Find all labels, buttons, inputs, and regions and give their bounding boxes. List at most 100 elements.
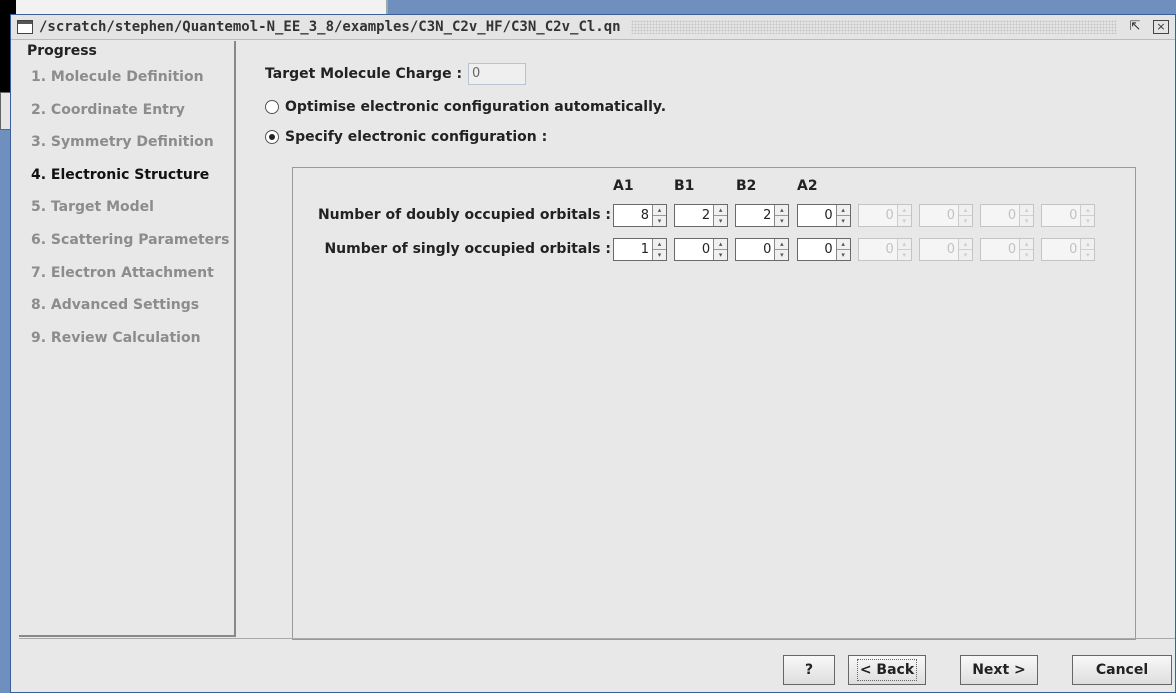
- singly-orbitals-spinner-extra-3[interactable]: 0 ▴ ▾: [980, 238, 1035, 261]
- spinner-up-icon[interactable]: ▴: [836, 239, 850, 250]
- spinner-value[interactable]: 0: [859, 239, 897, 260]
- spinner-arrows[interactable]: ▴ ▾: [713, 239, 728, 260]
- spinner-up-icon[interactable]: ▴: [1020, 205, 1034, 216]
- singly-orbitals-spinner-extra-1[interactable]: 0 ▴ ▾: [857, 238, 912, 261]
- spinner-down-icon[interactable]: ▾: [714, 216, 728, 226]
- spinner-arrows[interactable]: ▴ ▾: [774, 205, 789, 226]
- optimise-automatically-radio[interactable]: [265, 100, 279, 114]
- spinner-up-icon[interactable]: ▴: [836, 205, 850, 216]
- progress-step-scattering-parameters: 6. Scattering Parameters: [31, 231, 230, 248]
- doubly-orbitals-spinner-extra-3[interactable]: 0 ▴ ▾: [980, 204, 1035, 227]
- spinner-up-icon[interactable]: ▴: [714, 239, 728, 250]
- singly-orbitals-spinner-a1[interactable]: 1 ▴ ▾: [613, 238, 667, 261]
- singly-orbitals-spinner-a2[interactable]: 0 ▴ ▾: [796, 238, 851, 261]
- charge-field[interactable]: 0: [468, 63, 527, 85]
- title-bar[interactable]: /scratch/stephen/Quantemol-N_EE_3_8/exam…: [11, 15, 1175, 40]
- spinner-up-icon[interactable]: ▴: [959, 205, 972, 216]
- spinner-value[interactable]: 0: [859, 205, 897, 226]
- spinner-down-icon[interactable]: ▾: [1081, 216, 1095, 226]
- spinner-up-icon[interactable]: ▴: [714, 205, 728, 216]
- specify-configuration-option[interactable]: Specify electronic configuration :: [265, 129, 547, 145]
- optimise-automatically-option[interactable]: Optimise electronic configuration automa…: [265, 99, 666, 115]
- singly-orbitals-spinner-b1[interactable]: 0 ▴ ▾: [674, 238, 729, 261]
- doubly-orbitals-spinner-a2[interactable]: 0 ▴ ▾: [796, 204, 851, 227]
- spinner-up-icon[interactable]: ▴: [897, 205, 911, 216]
- singly-orbitals-spinner-b2[interactable]: 0 ▴ ▾: [735, 238, 790, 261]
- spinner-value[interactable]: 0: [798, 239, 836, 260]
- spinner-up-icon[interactable]: ▴: [1020, 239, 1034, 250]
- spinner-arrows[interactable]: ▴ ▾: [1019, 205, 1034, 226]
- spinner-arrows[interactable]: ▴ ▾: [1080, 239, 1095, 260]
- spinner-value[interactable]: 0: [675, 239, 713, 260]
- spinner-up-icon[interactable]: ▴: [1081, 205, 1095, 216]
- spinner-arrows[interactable]: ▴ ▾: [896, 205, 911, 226]
- spinner-value[interactable]: 0: [981, 239, 1019, 260]
- spinner-arrows[interactable]: ▴ ▾: [835, 239, 850, 260]
- charge-label: Target Molecule Charge :: [265, 66, 463, 82]
- spinner-value[interactable]: 0: [736, 239, 774, 260]
- spinner-down-icon[interactable]: ▾: [959, 250, 972, 260]
- spinner-down-icon[interactable]: ▾: [836, 216, 850, 226]
- spinner-value[interactable]: 1: [614, 239, 652, 260]
- spinner-down-icon[interactable]: ▾: [897, 250, 911, 260]
- spinner-down-icon[interactable]: ▾: [1081, 250, 1095, 260]
- column-header-a1: A1: [613, 178, 634, 194]
- specify-configuration-radio[interactable]: [265, 130, 279, 144]
- spinner-down-icon[interactable]: ▾: [775, 216, 789, 226]
- spinner-arrows[interactable]: ▴ ▾: [1080, 205, 1095, 226]
- spinner-value[interactable]: 0: [920, 239, 958, 260]
- spinner-up-icon[interactable]: ▴: [653, 205, 666, 216]
- spinner-arrows[interactable]: ▴ ▾: [896, 239, 911, 260]
- column-header-a2: A2: [797, 178, 818, 194]
- spinner-value[interactable]: 0: [920, 205, 958, 226]
- spinner-value[interactable]: 0: [1042, 205, 1080, 226]
- spinner-up-icon[interactable]: ▴: [897, 239, 911, 250]
- spinner-arrows[interactable]: ▴ ▾: [835, 205, 850, 226]
- spinner-down-icon[interactable]: ▾: [653, 250, 666, 260]
- spinner-value[interactable]: 2: [675, 205, 713, 226]
- spinner-arrows[interactable]: ▴ ▾: [958, 205, 972, 226]
- progress-steps-list: 1. Molecule Definition 2. Coordinate Ent…: [19, 61, 234, 354]
- spinner-down-icon[interactable]: ▾: [897, 216, 911, 226]
- cancel-button[interactable]: Cancel: [1072, 655, 1172, 685]
- spinner-down-icon[interactable]: ▾: [714, 250, 728, 260]
- spinner-up-icon[interactable]: ▴: [775, 239, 789, 250]
- spinner-down-icon[interactable]: ▾: [1020, 216, 1034, 226]
- doubly-orbitals-spinner-a1[interactable]: 8 ▴ ▾: [613, 204, 667, 227]
- spinner-up-icon[interactable]: ▴: [1081, 239, 1095, 250]
- spinner-up-icon[interactable]: ▴: [653, 239, 666, 250]
- maximize-icon[interactable]: ⇱: [1127, 20, 1143, 34]
- spinner-arrows[interactable]: ▴ ▾: [652, 239, 666, 260]
- spinner-value[interactable]: 0: [798, 205, 836, 226]
- doubly-orbitals-spinner-b1[interactable]: 2 ▴ ▾: [674, 204, 729, 227]
- spinner-down-icon[interactable]: ▾: [836, 250, 850, 260]
- spinner-value[interactable]: 2: [736, 205, 774, 226]
- spinner-value[interactable]: 8: [614, 205, 652, 226]
- spinner-arrows[interactable]: ▴ ▾: [652, 205, 666, 226]
- spinner-down-icon[interactable]: ▾: [653, 216, 666, 226]
- spinner-down-icon[interactable]: ▾: [775, 250, 789, 260]
- spinner-arrows[interactable]: ▴ ▾: [774, 239, 789, 260]
- spinner-up-icon[interactable]: ▴: [775, 205, 789, 216]
- doubly-orbitals-spinner-extra-2[interactable]: 0 ▴ ▾: [919, 204, 973, 227]
- title-bar-grip[interactable]: [630, 20, 1117, 34]
- spinner-down-icon[interactable]: ▾: [959, 216, 972, 226]
- spinner-arrows[interactable]: ▴ ▾: [958, 239, 972, 260]
- spinner-up-icon[interactable]: ▴: [959, 239, 972, 250]
- doubly-orbitals-spinner-extra-1[interactable]: 0 ▴ ▾: [857, 204, 912, 227]
- spinner-value[interactable]: 0: [1042, 239, 1080, 260]
- doubly-orbitals-spinner-b2[interactable]: 2 ▴ ▾: [735, 204, 790, 227]
- window-menu-icon[interactable]: [17, 20, 33, 34]
- next-button[interactable]: Next >: [960, 655, 1038, 685]
- doubly-orbitals-spinner-extra-4[interactable]: 0 ▴ ▾: [1041, 204, 1096, 227]
- spinner-value[interactable]: 0: [981, 205, 1019, 226]
- spinner-arrows[interactable]: ▴ ▾: [1019, 239, 1034, 260]
- singly-orbitals-spinner-extra-4[interactable]: 0 ▴ ▾: [1041, 238, 1096, 261]
- help-button[interactable]: ?: [783, 655, 835, 685]
- spinner-arrows[interactable]: ▴ ▾: [713, 205, 728, 226]
- wizard-window: /scratch/stephen/Quantemol-N_EE_3_8/exam…: [10, 14, 1176, 693]
- singly-orbitals-spinner-extra-2[interactable]: 0 ▴ ▾: [919, 238, 973, 261]
- close-icon[interactable]: ×: [1153, 20, 1169, 34]
- spinner-down-icon[interactable]: ▾: [1020, 250, 1034, 260]
- back-button[interactable]: < Back: [848, 655, 926, 685]
